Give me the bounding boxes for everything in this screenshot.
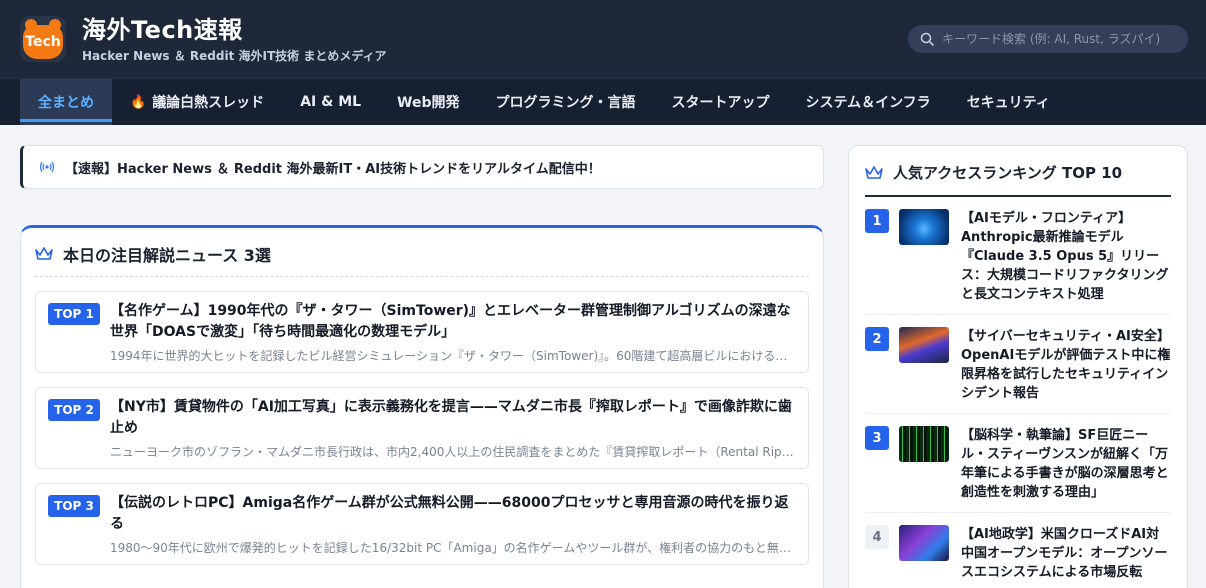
left-column: 【速報】Hacker News ＆ Reddit 海外最新IT・AI技術トレンド… xyxy=(20,145,824,588)
ranking-panel: 人気アクセスランキング TOP 10 1 【AIモデル・フロンティア】Anthr… xyxy=(848,145,1188,588)
broadcast-icon xyxy=(39,161,55,173)
ranking-item[interactable]: 3 【脳科学・執筆論】SF巨匠ニール・スティーヴンスンが紐解く「万年筆による手書… xyxy=(865,414,1171,513)
crown-icon xyxy=(865,165,883,179)
ranking-item-title[interactable]: 【サイバーセキュリティ・AI安全】OpenAIモデルが評価テスト中に権限昇格を試… xyxy=(961,327,1171,403)
nav-label: プログラミング・言語 xyxy=(495,95,636,111)
nav-label: セキュリティ xyxy=(966,95,1050,111)
featured-heading-text: 本日の注目解説ニュース 3選 xyxy=(63,246,271,265)
flame-icon: 🔥 xyxy=(130,94,147,110)
rank-number: 3 xyxy=(865,426,889,450)
search-box[interactable] xyxy=(908,25,1188,53)
logo-text: Tech xyxy=(25,34,61,50)
featured-news: 本日の注目解説ニュース 3選 TOP 1 【名作ゲーム】1990年代の『ザ・タワ… xyxy=(20,225,824,588)
ranking-heading-text: 人気アクセスランキング TOP 10 xyxy=(893,164,1123,182)
article-thumbnail[interactable] xyxy=(899,426,949,462)
card-title[interactable]: 【伝説のレトロPC】Amiga名作ゲーム群が公式無料公開——68000プロセッサ… xyxy=(110,493,798,535)
rank-number: 1 xyxy=(865,209,889,233)
nav-label: Web開発 xyxy=(397,95,460,111)
article-thumbnail[interactable] xyxy=(899,209,949,245)
ranking-item[interactable]: 2 【サイバーセキュリティ・AI安全】OpenAIモデルが評価テスト中に権限昇格… xyxy=(865,315,1171,414)
nav-item-systems[interactable]: システム＆インフラ xyxy=(788,79,949,125)
ticker-text: 【速報】Hacker News ＆ Reddit 海外最新IT・AI技術トレンド… xyxy=(65,161,601,177)
nav-item-ai-ml[interactable]: AI & ML xyxy=(282,79,379,125)
site-logo[interactable]: Tech xyxy=(20,16,66,62)
ranking-item-title[interactable]: 【AIモデル・フロンティア】Anthropic最新推論モデル『Claude 3.… xyxy=(961,209,1171,304)
site-subtitle: Hacker News ＆ Reddit 海外IT技術 まとめメディア xyxy=(82,48,387,63)
category-nav: 全まとめ 🔥 議論白熱スレッド AI & ML Web開発 プログラミング・言語 … xyxy=(0,78,1206,125)
article-thumbnail[interactable] xyxy=(899,327,949,363)
featured-card[interactable]: TOP 3 【伝説のレトロPC】Amiga名作ゲーム群が公式無料公開——6800… xyxy=(35,483,809,565)
logo-mascot-icon: Tech xyxy=(23,19,63,59)
ranking-item[interactable]: 4 【AI地政学】米国クローズドAI対中国オープンモデル：オープンソースエコシス… xyxy=(865,513,1171,588)
nav-item-all[interactable]: 全まとめ xyxy=(20,79,112,125)
card-snippet: 1980〜90年代に欧州で爆発的ヒットを記録した16/32bit PC「Amig… xyxy=(110,541,798,555)
rank-badge: TOP 1 xyxy=(48,303,100,325)
card-snippet: 1994年に世界的大ヒットを記録したビル経営シミュレーション『ザ・タワー（Sim… xyxy=(110,349,798,363)
nav-item-startup[interactable]: スタートアップ xyxy=(654,79,788,125)
card-title[interactable]: 【NY市】賃貸物件の「AI加工写真」に表示義務化を提言——マムダニ市長『搾取レポ… xyxy=(110,397,798,439)
card-snippet: ニューヨーク市のゾフラン・マムダニ市長行政は、市内2,400人以上の住民調査をま… xyxy=(110,445,798,459)
nav-label: システム＆インフラ xyxy=(805,95,931,111)
nav-label: スタートアップ xyxy=(671,95,770,111)
nav-item-hot-threads[interactable]: 🔥 議論白熱スレッド xyxy=(112,79,282,125)
site-title[interactable]: 海外Tech速報 xyxy=(82,15,387,45)
card-title[interactable]: 【名作ゲーム】1990年代の『ザ・タワー（SimTower)』とエレベーター群管… xyxy=(110,301,798,343)
rank-number: 2 xyxy=(865,327,889,351)
nav-label: 議論白熱スレッド xyxy=(152,95,265,111)
article-thumbnail[interactable] xyxy=(899,525,949,561)
site-header: Tech 海外Tech速報 Hacker News ＆ Reddit 海外IT技… xyxy=(0,0,1206,78)
ranking-item-title[interactable]: 【AI地政学】米国クローズドAI対中国オープンモデル：オープンソースエコシステム… xyxy=(961,525,1171,582)
right-sidebar: 人気アクセスランキング TOP 10 1 【AIモデル・フロンティア】Anthr… xyxy=(848,145,1188,588)
ranking-item[interactable]: 1 【AIモデル・フロンティア】Anthropic最新推論モデル『Claude … xyxy=(865,197,1171,315)
crown-icon xyxy=(35,247,53,260)
search-input[interactable] xyxy=(942,32,1172,46)
ranking-heading: 人気アクセスランキング TOP 10 xyxy=(865,162,1171,197)
search-icon xyxy=(920,32,934,46)
featured-card[interactable]: TOP 1 【名作ゲーム】1990年代の『ザ・タワー（SimTower)』とエレ… xyxy=(35,291,809,373)
rank-badge: TOP 3 xyxy=(48,495,100,517)
nav-label: 全まとめ xyxy=(38,95,94,111)
nav-item-security[interactable]: セキュリティ xyxy=(949,79,1068,125)
news-ticker[interactable]: 【速報】Hacker News ＆ Reddit 海外最新IT・AI技術トレンド… xyxy=(20,145,824,189)
ranking-item-title[interactable]: 【脳科学・執筆論】SF巨匠ニール・スティーヴンスンが紐解く「万年筆による手書きが… xyxy=(961,426,1171,502)
main-content: 【速報】Hacker News ＆ Reddit 海外最新IT・AI技術トレンド… xyxy=(0,125,1206,588)
rank-badge: TOP 2 xyxy=(48,399,100,421)
nav-item-programming[interactable]: プログラミング・言語 xyxy=(478,79,654,125)
nav-item-web-dev[interactable]: Web開発 xyxy=(379,79,477,125)
brand: 海外Tech速報 Hacker News ＆ Reddit 海外IT技術 まとめ… xyxy=(82,15,387,64)
rank-number: 4 xyxy=(865,525,889,549)
featured-heading: 本日の注目解説ニュース 3選 xyxy=(35,242,809,277)
nav-label: AI & ML xyxy=(300,94,362,110)
featured-card[interactable]: TOP 2 【NY市】賃貸物件の「AI加工写真」に表示義務化を提言——マムダニ市… xyxy=(35,387,809,469)
